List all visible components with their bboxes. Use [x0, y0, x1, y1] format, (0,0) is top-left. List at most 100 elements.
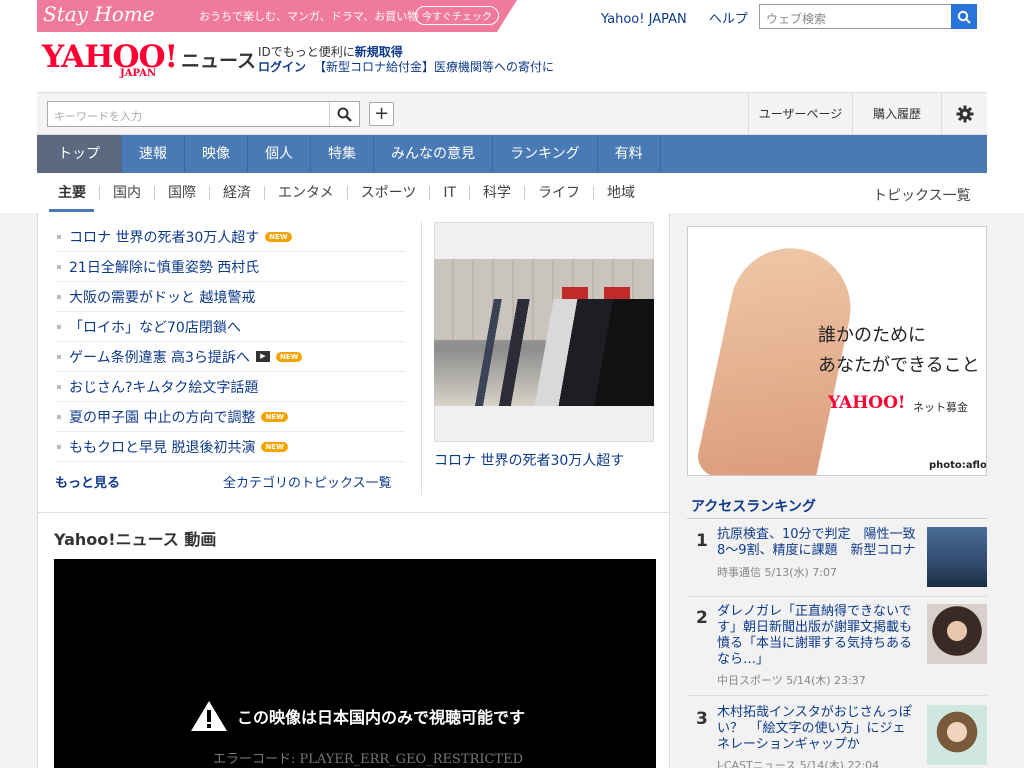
ranking-item[interactable]: 3 木村拓哉インスタがおじさんっぽい？ 「絵文字の使い方」にジェネレーションギャ…: [687, 705, 987, 768]
main-nav-tab[interactable]: 映像: [185, 135, 248, 173]
geo-restriction-message: この映像は日本国内のみで視聴可能です: [237, 708, 526, 727]
photo-caption-link[interactable]: コロナ 世界の死者30万人超す: [434, 450, 624, 470]
ranking-item[interactable]: 1 抗原検査、10分で判定 陽性一致8～9割、精度に課題 新型コロナ 時事通信 …: [687, 527, 987, 597]
sub-nav-tab[interactable]: エンタメ: [265, 186, 348, 200]
news-title[interactable]: ニュース: [181, 46, 256, 73]
ranking-item[interactable]: 2 ダレノガレ「正直納得できないです」朝日新聞出版が謝罪文掲載も憤る「本当に謝罪…: [687, 604, 987, 696]
topic-link[interactable]: おじさん?キムタク絵文字話題: [69, 377, 258, 397]
main-nav-tab[interactable]: 特集: [311, 135, 374, 173]
keyword-search-button[interactable]: [329, 102, 359, 126]
main-nav-tab[interactable]: 有料: [598, 135, 661, 173]
topic-link[interactable]: コロナ 世界の死者30万人超す: [69, 227, 259, 247]
sub-nav: 主要 国内 国際 経済 エンタメ スポーツ IT 科学 ライフ 地域: [37, 173, 987, 213]
login-link[interactable]: ログイン: [258, 60, 306, 74]
video-icon: ▶: [255, 351, 270, 362]
topic-link[interactable]: 21日全解除に慎重姿勢 西村氏: [69, 257, 259, 277]
main-nav-tab[interactable]: 個人: [248, 135, 311, 173]
ranking-title[interactable]: アクセスランキング: [691, 496, 816, 516]
new-badge: NEW: [261, 441, 288, 452]
rank-number: 2: [696, 608, 708, 628]
main-nav-tab[interactable]: みんなの意見: [374, 135, 493, 173]
topic-item[interactable]: 「ロイホ」など70店閉鎖へ: [57, 312, 405, 342]
new-badge: NEW: [261, 411, 288, 422]
rank-thumbnail[interactable]: [927, 705, 987, 765]
bullet-icon: [57, 234, 61, 239]
search-icon: [957, 10, 971, 24]
sub-nav-tab[interactable]: ライフ: [525, 186, 595, 200]
all-categories-link[interactable]: 全カテゴリのトピックス一覧: [223, 472, 392, 491]
topic-photo[interactable]: [434, 259, 654, 406]
rank-meta: J-CASTニュース 5/14(木) 22:04: [717, 759, 880, 768]
purchase-history-link[interactable]: 購入履歴: [852, 93, 941, 136]
top-links: Yahoo! JAPAN ヘルプ: [601, 8, 766, 27]
divider: [421, 222, 422, 495]
new-badge: NEW: [265, 231, 292, 242]
register-link[interactable]: 新規取得: [355, 45, 403, 59]
rank-meta: 中日スポーツ 5/14(木) 23:37: [717, 674, 866, 687]
topic-item[interactable]: 夏の甲子園 中止の方向で調整 NEW: [57, 402, 405, 432]
topic-link[interactable]: 大阪の需要がドッと 越境警戒: [69, 287, 255, 307]
bullet-icon: [57, 384, 61, 389]
ad-yahoo-logo: YAHOO!: [828, 393, 906, 413]
main-nav: トップ 速報 映像 個人 特集 みんなの意見 ランキング 有料: [37, 135, 987, 173]
sub-nav-tab[interactable]: 経済: [210, 186, 265, 200]
sub-nav-tab[interactable]: 科学: [470, 186, 526, 200]
add-keyword-button[interactable]: +: [369, 102, 394, 126]
web-search-input[interactable]: ウェブ検索: [759, 4, 952, 29]
topic-link[interactable]: 夏の甲子園 中止の方向で調整: [69, 407, 255, 427]
topic-item[interactable]: コロナ 世界の死者30万人超す NEW: [57, 222, 405, 252]
yahoo-logo[interactable]: YAHOO! JAPAN: [42, 39, 178, 80]
main-nav-tab[interactable]: トップ: [37, 135, 122, 173]
topic-link[interactable]: 「ロイホ」など70店閉鎖へ: [69, 317, 241, 337]
sub-nav-tab[interactable]: スポーツ: [348, 186, 431, 200]
web-search-button[interactable]: [951, 4, 977, 29]
toolbar: キーワードを入力 + ユーザーページ 購入履歴: [37, 92, 987, 136]
topics-list: コロナ 世界の死者30万人超す NEW 21日全解除に慎重姿勢 西村氏 大阪の需要がド…: [57, 222, 405, 462]
bullet-icon: [57, 414, 61, 419]
ad-banner[interactable]: 誰かのために あなたができること YAHOO! ネット募金 photo:aflo: [687, 226, 987, 476]
topic-item[interactable]: おじさん?キムタク絵文字話題: [57, 372, 405, 402]
topic-item[interactable]: ももクロと早見 脱退後初共演 NEW: [57, 432, 405, 462]
more-link[interactable]: もっと見る: [55, 472, 120, 491]
sub-nav-tab[interactable]: 地域: [594, 186, 648, 200]
sub-nav-tab[interactable]: IT: [430, 186, 471, 200]
topics-list-link[interactable]: トピックス一覧: [873, 185, 971, 205]
rank-thumbnail[interactable]: [927, 527, 987, 587]
topic-item[interactable]: 21日全解除に慎重姿勢 西村氏: [57, 252, 405, 282]
help-link[interactable]: ヘルプ: [709, 12, 748, 27]
sub-nav-tab[interactable]: 国内: [100, 186, 155, 200]
video-player[interactable]: [54, 559, 656, 768]
keyword-input[interactable]: キーワードを入力: [47, 101, 360, 127]
settings-button[interactable]: [941, 93, 987, 136]
section-divider: [38, 512, 670, 513]
stayhome-banner[interactable]: Stay Home おうちで楽しむ、マンガ、ドラマ、お買い物 今すぐチェック: [37, 0, 517, 32]
topic-item[interactable]: ゲーム条例違憲 高3ら提訴へ ▶ NEW: [57, 342, 405, 372]
promo-check-button[interactable]: 今すぐチェック: [415, 6, 499, 25]
logo-yahoo-text: YAHOO!: [42, 39, 178, 75]
rank-thumbnail[interactable]: [927, 604, 987, 664]
video-section-title: Yahoo!ニュース 動画: [54, 530, 217, 549]
topic-link[interactable]: ももクロと早見 脱退後初共演: [69, 437, 255, 457]
topic-link[interactable]: ゲーム条例違憲 高3ら提訴へ: [69, 347, 250, 367]
bullet-icon: [57, 264, 61, 269]
rank-title[interactable]: 木村拓哉インスタがおじさんっぽい？ 「絵文字の使い方」にジェネレーションギャップ…: [717, 705, 917, 753]
rank-title[interactable]: ダレノガレ「正直納得できないです」朝日新聞出版が謝罪文掲載も憤る「本当に謝罪する…: [717, 604, 917, 668]
donation-link[interactable]: 【新型コロナ給付金】医療機関等への寄付に: [314, 60, 554, 74]
sub-nav-tab[interactable]: 主要: [37, 186, 100, 200]
id-promo-text: IDでもっと便利に: [258, 45, 355, 59]
rank-title[interactable]: 抗原検査、10分で判定 陽性一致8～9割、精度に課題 新型コロナ: [717, 527, 917, 559]
sub-nav-tab[interactable]: 国際: [155, 186, 210, 200]
bullet-icon: [57, 294, 61, 299]
main-nav-tab[interactable]: ランキング: [493, 135, 598, 173]
promo-text: おうちで楽しむ、マンガ、ドラマ、お買い物: [199, 10, 419, 23]
main-nav-tab[interactable]: 速報: [122, 135, 185, 173]
ranking-divider: [687, 518, 987, 519]
topic-item[interactable]: 大阪の需要がドッと 越境警戒: [57, 282, 405, 312]
ad-line1: 誰かのために: [818, 325, 926, 346]
user-page-link[interactable]: ユーザーページ: [748, 93, 852, 136]
header-links: ログイン 【新型コロナ給付金】医療機関等への寄付に: [258, 58, 554, 75]
bullet-icon: [57, 354, 61, 359]
yahoo-japan-link[interactable]: Yahoo! JAPAN: [601, 12, 687, 27]
gear-icon: [956, 105, 973, 123]
search-icon: [337, 107, 352, 122]
